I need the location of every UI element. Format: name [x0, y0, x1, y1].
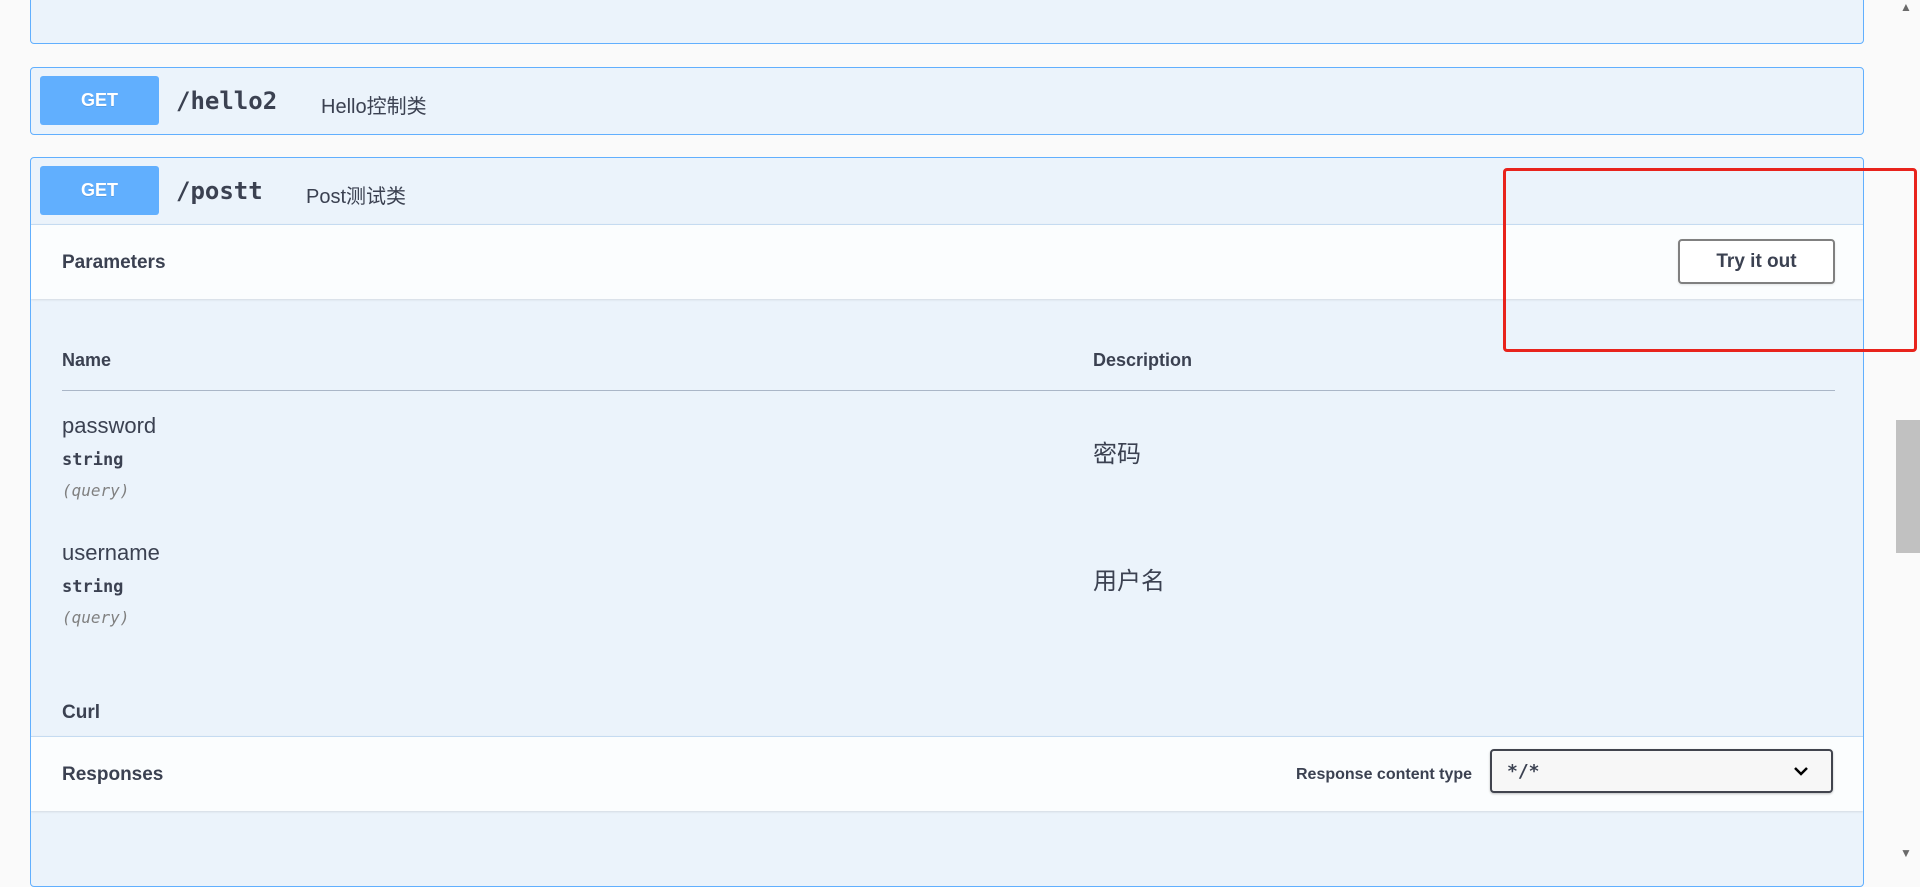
selected-content-type: */* — [1507, 761, 1540, 782]
param-description: 密码 — [1093, 441, 1141, 468]
operation-description: Hello控制类 — [321, 96, 427, 118]
parameters-header: Parameters Try it out — [31, 224, 1863, 299]
operation-summary[interactable]: GET /hello2 Hello控制类 — [31, 68, 1863, 134]
column-header-name: Name — [62, 350, 112, 370]
response-content-type-select[interactable]: */* — [1490, 749, 1833, 793]
param-type: string — [62, 577, 124, 597]
column-header-description: Description — [1093, 350, 1193, 370]
responses-title: Responses — [62, 764, 164, 785]
param-type: string — [62, 450, 124, 470]
operation-path: /postt — [176, 177, 263, 205]
method-badge-get: GET — [40, 76, 159, 125]
scrollbar-thumb[interactable] — [1896, 420, 1920, 553]
operation-hello2[interactable]: GET /hello2 Hello控制类 — [30, 67, 1864, 135]
operation-description: Post测试类 — [306, 186, 407, 208]
param-description: 用户名 — [1093, 568, 1165, 595]
param-location: (query) — [62, 481, 130, 500]
operation-block-previous — [30, 0, 1864, 44]
operation-summary[interactable]: GET /postt Post测试类 — [31, 158, 1863, 224]
curl-label: Curl — [62, 702, 100, 723]
scroll-down-arrow-icon[interactable]: ▼ — [1900, 846, 1912, 860]
chevron-down-icon — [1794, 767, 1808, 776]
scroll-up-arrow-icon[interactable]: ▲ — [1900, 0, 1912, 14]
responses-header: Responses Response content type */* — [31, 736, 1863, 811]
operation-path: /hello2 — [176, 87, 278, 115]
parameters-title: Parameters — [62, 252, 166, 273]
param-name: username — [62, 540, 160, 565]
param-location: (query) — [62, 608, 130, 627]
table-header-divider — [62, 390, 1835, 391]
operation-postt: GET /postt Post测试类 Parameters Try it out… — [30, 157, 1864, 887]
param-name: password — [62, 413, 157, 438]
try-it-out-button[interactable]: Try it out — [1678, 239, 1835, 284]
method-badge-get: GET — [40, 166, 159, 215]
response-content-type-label: Response content type — [1296, 766, 1473, 783]
